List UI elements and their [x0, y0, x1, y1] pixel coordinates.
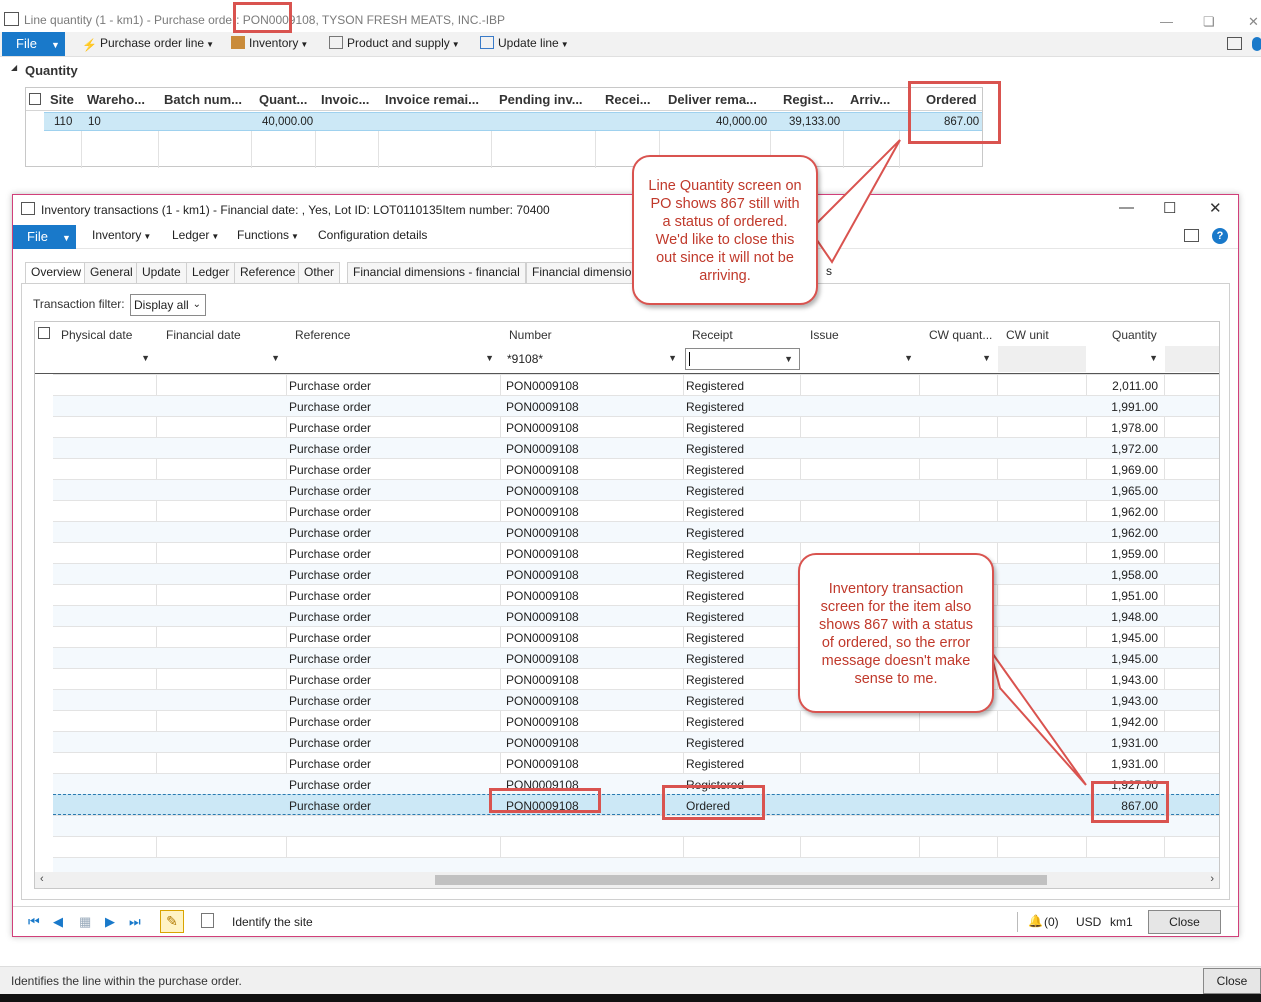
callout-line-quantity: Line Quantity screen on PO shows 867 sti… — [632, 155, 818, 305]
callout-pointers — [808, 139, 1087, 786]
callout-inventory: Inventory transaction screen for the ite… — [798, 553, 994, 713]
